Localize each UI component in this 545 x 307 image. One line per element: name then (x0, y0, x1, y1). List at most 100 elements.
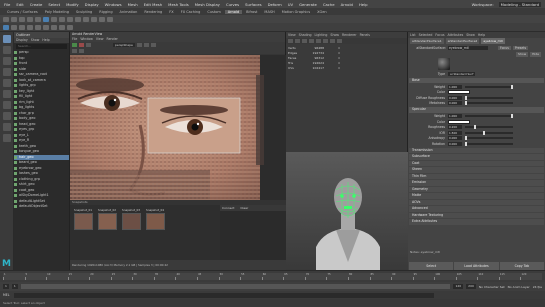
node-tab[interactable]: aiStandardSurface1 (410, 38, 444, 44)
outliner-menu-show[interactable]: Show (31, 38, 40, 43)
outliner-item[interactable]: defaultObjectSet (14, 204, 69, 210)
select-object-icon[interactable] (51, 16, 57, 22)
snap-curve-icon[interactable] (75, 16, 81, 22)
range-bar[interactable] (20, 284, 451, 289)
node-tab[interactable]: aiStandardSurface2 (445, 38, 480, 44)
attribute-value-field[interactable]: 0.000 (448, 141, 462, 146)
shelf-tab-arnold[interactable]: Arnold (224, 9, 243, 14)
character-set-dropdown[interactable]: No Character Set (479, 285, 505, 289)
time-ruler[interactable]: 1 5 10 15 20 25 30 35 40 45 50 55 60 65 70 75 80 85 90 95 10… (3, 273, 542, 280)
move-tool-icon[interactable] (2, 68, 11, 76)
textured-icon[interactable] (309, 39, 314, 43)
undo-icon[interactable] (27, 16, 33, 22)
paint-select-icon[interactable] (2, 57, 11, 65)
attribute-value-field[interactable]: 0.000 (448, 136, 462, 141)
physical-sky-icon[interactable] (43, 24, 49, 30)
new-scene-icon[interactable] (3, 16, 9, 22)
menu-generate[interactable]: Generate (299, 2, 317, 7)
ipr-render-icon[interactable] (99, 16, 105, 22)
lights-icon[interactable] (316, 39, 321, 43)
menu-display[interactable]: Display (85, 2, 99, 7)
menu-curves[interactable]: Curves (226, 2, 239, 7)
collapsed-section-header[interactable]: Coat (409, 160, 544, 166)
photometric-light-icon[interactable] (27, 24, 33, 30)
scale-tool-icon[interactable] (2, 90, 11, 98)
four-view-icon[interactable] (2, 123, 11, 131)
xray-icon[interactable] (337, 39, 342, 43)
vp-menu-panels[interactable]: Panels (360, 32, 370, 38)
vp-menu-view[interactable]: View (288, 32, 296, 38)
collapsed-section-header[interactable]: Matte (409, 193, 544, 199)
outliner-search-input[interactable]: Search... (16, 44, 67, 49)
attribute-value-field[interactable]: 1.000 (448, 84, 462, 89)
menu-modify[interactable]: Modify (66, 2, 79, 7)
menu-uv[interactable]: UV (288, 2, 293, 7)
mesh-light-icon[interactable] (19, 24, 25, 30)
zoom-icon[interactable] (72, 49, 77, 53)
save-scene-icon[interactable] (19, 16, 25, 22)
select-tool-icon[interactable] (2, 35, 11, 43)
fps-dropdown[interactable]: 24 fps (533, 285, 542, 289)
workspace-dropdown[interactable]: Modeling - Standard (498, 1, 541, 7)
shelf-tab-custom[interactable]: Custom (204, 10, 223, 14)
menu-cache[interactable]: Cache (323, 2, 335, 7)
render-icon[interactable] (91, 16, 97, 22)
attribute-value-field[interactable]: 1.500 (448, 130, 462, 135)
collapsed-section-header[interactable]: AOVs (409, 199, 544, 205)
menu-select[interactable]: Select (48, 2, 60, 7)
command-language[interactable]: MEL (3, 293, 10, 297)
shader-name-input[interactable]: eyebrow_mtl (448, 46, 488, 50)
load-attributes-button[interactable]: Load Attributes (454, 262, 499, 270)
rgb-channel-icon[interactable] (136, 43, 142, 47)
attribute-slider[interactable] (465, 130, 513, 135)
shelf-tab-fx[interactable]: FX (166, 10, 176, 14)
playback-end-field[interactable]: 120 (453, 284, 464, 289)
txmanager-icon[interactable] (67, 24, 73, 30)
menu-mesh[interactable]: Mesh (128, 2, 138, 7)
menu-arnold[interactable]: Arnold (341, 2, 353, 7)
fit-icon[interactable] (79, 49, 84, 53)
attribute-slider[interactable] (465, 125, 513, 130)
select-component-icon[interactable] (59, 16, 65, 22)
outliner-layout-icon[interactable] (2, 134, 11, 142)
connect-tab[interactable]: Connect (222, 206, 234, 210)
rv-menu-view[interactable]: View (96, 37, 104, 42)
menu-surfaces[interactable]: Surfaces (245, 2, 261, 7)
shelf-tab-bifrost[interactable]: Bifrost (243, 10, 260, 14)
render-play-icon[interactable] (72, 43, 77, 47)
anim-layer-dropdown[interactable]: No Anim Layer (508, 285, 530, 289)
shelf-tab-poly[interactable]: Poly Modeling (42, 10, 72, 14)
outliner-menu-help[interactable]: Help (42, 38, 49, 43)
standin-icon[interactable] (51, 24, 57, 30)
start-time-field[interactable]: 1 (3, 284, 9, 289)
select-hierarchy-icon[interactable] (43, 16, 49, 22)
vp-menu-show[interactable]: Show (330, 32, 339, 38)
single-view-icon[interactable] (2, 112, 11, 120)
menu-edit[interactable]: Edit (16, 2, 23, 7)
menu-mesh-display[interactable]: Mesh Display (195, 2, 220, 7)
last-tool-icon[interactable] (2, 101, 11, 109)
rv-menu-window[interactable]: Window (80, 37, 93, 42)
select-button[interactable]: Select (409, 262, 454, 270)
menu-create[interactable]: Create (30, 2, 43, 7)
volume-icon[interactable] (59, 24, 65, 30)
open-scene-icon[interactable] (11, 16, 17, 22)
base-section-header[interactable]: Base (409, 77, 544, 83)
attribute-slider[interactable] (465, 141, 513, 146)
camera-icon[interactable] (288, 39, 293, 43)
attribute-slider[interactable] (465, 114, 513, 119)
attribute-value-field[interactable]: 0.200 (448, 125, 462, 130)
snap-grid-icon[interactable] (67, 16, 73, 22)
attribute-slider[interactable] (465, 101, 513, 106)
collapsed-section-header[interactable]: Subsurface (409, 154, 544, 160)
collapsed-section-header[interactable]: Geometry (409, 186, 544, 192)
color-swatch[interactable] (448, 119, 470, 124)
collapsed-section-header[interactable]: Transmission (409, 147, 544, 153)
collapsed-section-header[interactable]: Advanced (409, 206, 544, 212)
shelf-tab-animation[interactable]: Animation (117, 10, 141, 14)
attribute-value-field[interactable]: 1.000 (448, 114, 462, 119)
copy-tab-button[interactable]: Copy Tab (499, 262, 544, 270)
shelf-tab-rigging[interactable]: Rigging (96, 10, 115, 14)
end-time-field[interactable]: 200 (466, 284, 476, 289)
color-swatch[interactable] (448, 90, 470, 95)
